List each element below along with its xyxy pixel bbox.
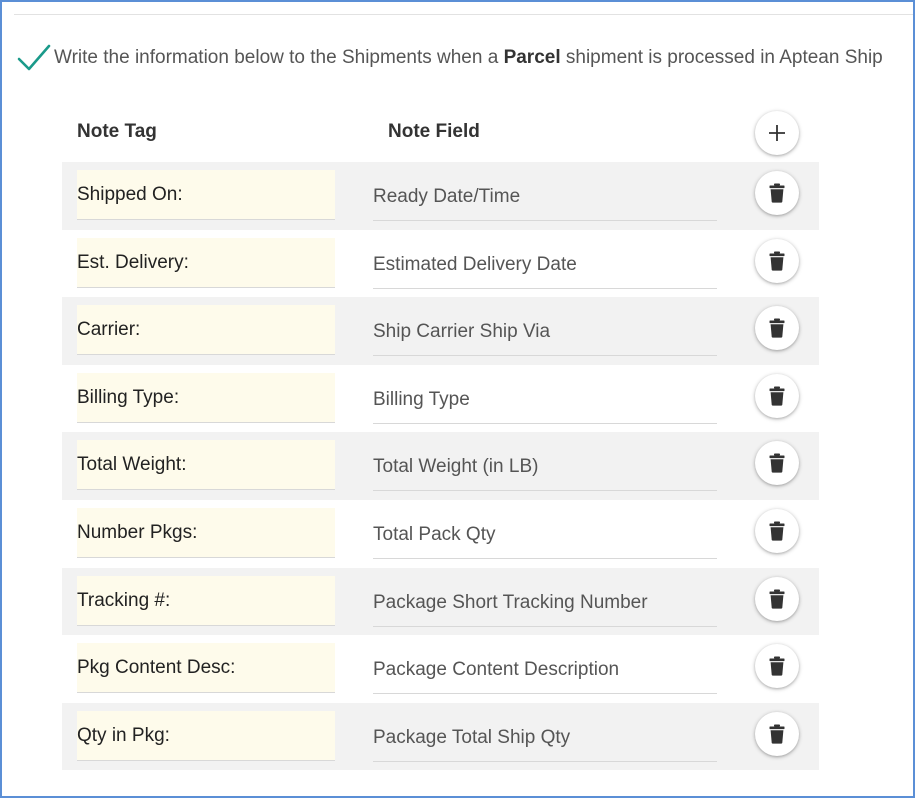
- table-row: Qty in Pkg: Package Total Ship Qty: [62, 702, 819, 771]
- instruction-prefix: Write the information below to the Shipm…: [54, 47, 504, 68]
- note-tag-input[interactable]: Tracking #:: [77, 575, 335, 626]
- note-field-select[interactable]: Package Content Description: [373, 643, 717, 695]
- note-tag-value: Est. Delivery:: [77, 251, 189, 273]
- table-body: Shipped On: Ready Date/Time Est. Delivery:…: [62, 162, 819, 771]
- table-row: Carrier: Ship Carrier Ship Via: [62, 297, 819, 365]
- note-tag-value: Pkg Content Desc:: [77, 657, 236, 679]
- note-field-value: Package Short Tracking Number: [373, 591, 648, 613]
- note-field-select[interactable]: Package Total Ship Qty: [373, 711, 717, 762]
- delete-row-button[interactable]: [755, 711, 799, 756]
- trash-icon: [769, 656, 785, 676]
- trash-icon: [769, 521, 785, 541]
- trash-icon: [769, 251, 785, 271]
- instruction-shipment-type: Parcel: [503, 47, 561, 68]
- table-row: Shipped On: Ready Date/Time: [62, 162, 819, 230]
- instruction-line: Write the information below to the Shipm…: [16, 42, 883, 74]
- table-row: Pkg Content Desc: Package Content Descrip…: [62, 635, 819, 703]
- note-tag-value: Shipped On:: [77, 184, 183, 205]
- note-tag-input[interactable]: Total Weight:: [77, 440, 335, 491]
- delete-row-button[interactable]: [755, 508, 799, 553]
- divider: [14, 14, 913, 15]
- note-tag-value: Total Weight:: [77, 454, 187, 476]
- trash-icon: [769, 453, 785, 473]
- table-row: Billing Type: Billing Type: [62, 365, 819, 433]
- note-field-value: Estimated Delivery Date: [373, 253, 577, 275]
- note-tag-input[interactable]: Pkg Content Desc:: [77, 643, 335, 694]
- note-field-value: Total Pack Qty: [373, 523, 496, 545]
- note-tag-input[interactable]: Est. Delivery:: [77, 237, 335, 288]
- note-field-value: Package Content Description: [373, 659, 620, 681]
- note-field-value: Billing Type: [373, 388, 470, 410]
- note-tag-input[interactable]: Qty in Pkg:: [77, 710, 335, 761]
- table-row: Total Weight: Total Weight (in LB): [62, 432, 819, 500]
- note-mapping-panel: Write the information below to the Shipm…: [0, 0, 915, 798]
- check-icon: [17, 44, 51, 71]
- note-tag-input[interactable]: Billing Type:: [77, 372, 335, 423]
- note-tag-input[interactable]: Shipped On:: [77, 170, 335, 220]
- note-field-select[interactable]: Ready Date/Time: [373, 170, 717, 221]
- instruction-suffix: shipment is processed in Aptean Ship: [560, 47, 883, 68]
- plus-icon: [769, 125, 785, 141]
- delete-row-button[interactable]: [755, 373, 799, 418]
- table-row: Tracking #: Package Short Tracking Number: [62, 567, 819, 636]
- note-field-select[interactable]: Package Short Tracking Number: [373, 576, 717, 627]
- note-field-value: Package Total Ship Qty: [373, 726, 571, 748]
- delete-row-button[interactable]: [755, 644, 799, 689]
- column-header-note-field: Note Field: [388, 121, 480, 142]
- table-row: Est. Delivery: Estimated Delivery Date: [62, 230, 819, 298]
- add-row-button[interactable]: [755, 111, 799, 155]
- trash-icon: [769, 183, 785, 203]
- note-field-select[interactable]: Ship Carrier Ship Via: [373, 305, 717, 357]
- note-field-select[interactable]: Estimated Delivery Date: [373, 238, 717, 289]
- note-field-value: Ship Carrier Ship Via: [373, 321, 551, 343]
- note-field-value: Ready Date/Time: [373, 186, 521, 207]
- trash-icon: [769, 386, 785, 406]
- column-header-note-tag: Note Tag: [77, 121, 157, 142]
- table-header: Note Tag Note Field: [62, 102, 819, 162]
- table-row: Number Pkgs: Total Pack Qty: [62, 500, 819, 568]
- note-field-select[interactable]: Total Pack Qty: [373, 508, 717, 559]
- note-tag-value: Number Pkgs:: [77, 521, 198, 543]
- note-tag-value: Carrier:: [77, 319, 141, 341]
- trash-icon: [769, 589, 785, 609]
- note-tag-value: Qty in Pkg:: [77, 724, 170, 746]
- note-field-select[interactable]: Total Weight (in LB): [373, 440, 717, 492]
- note-field-select[interactable]: Billing Type: [373, 373, 717, 424]
- note-tag-value: Billing Type:: [77, 386, 180, 408]
- trash-icon: [769, 724, 785, 744]
- note-tag-input[interactable]: Number Pkgs:: [77, 507, 335, 558]
- trash-icon: [769, 318, 785, 338]
- note-field-value: Total Weight (in LB): [373, 456, 539, 478]
- delete-row-button[interactable]: [755, 441, 799, 486]
- delete-row-button[interactable]: [755, 238, 799, 283]
- note-tag-value: Tracking #:: [77, 589, 171, 611]
- delete-row-button[interactable]: [755, 576, 799, 621]
- note-tag-input[interactable]: Carrier:: [77, 305, 335, 356]
- delete-row-button[interactable]: [755, 306, 799, 351]
- note-mapping-table: Note Tag Note Field Shipped On: Ready Dat…: [62, 102, 819, 771]
- delete-row-button[interactable]: [755, 171, 799, 215]
